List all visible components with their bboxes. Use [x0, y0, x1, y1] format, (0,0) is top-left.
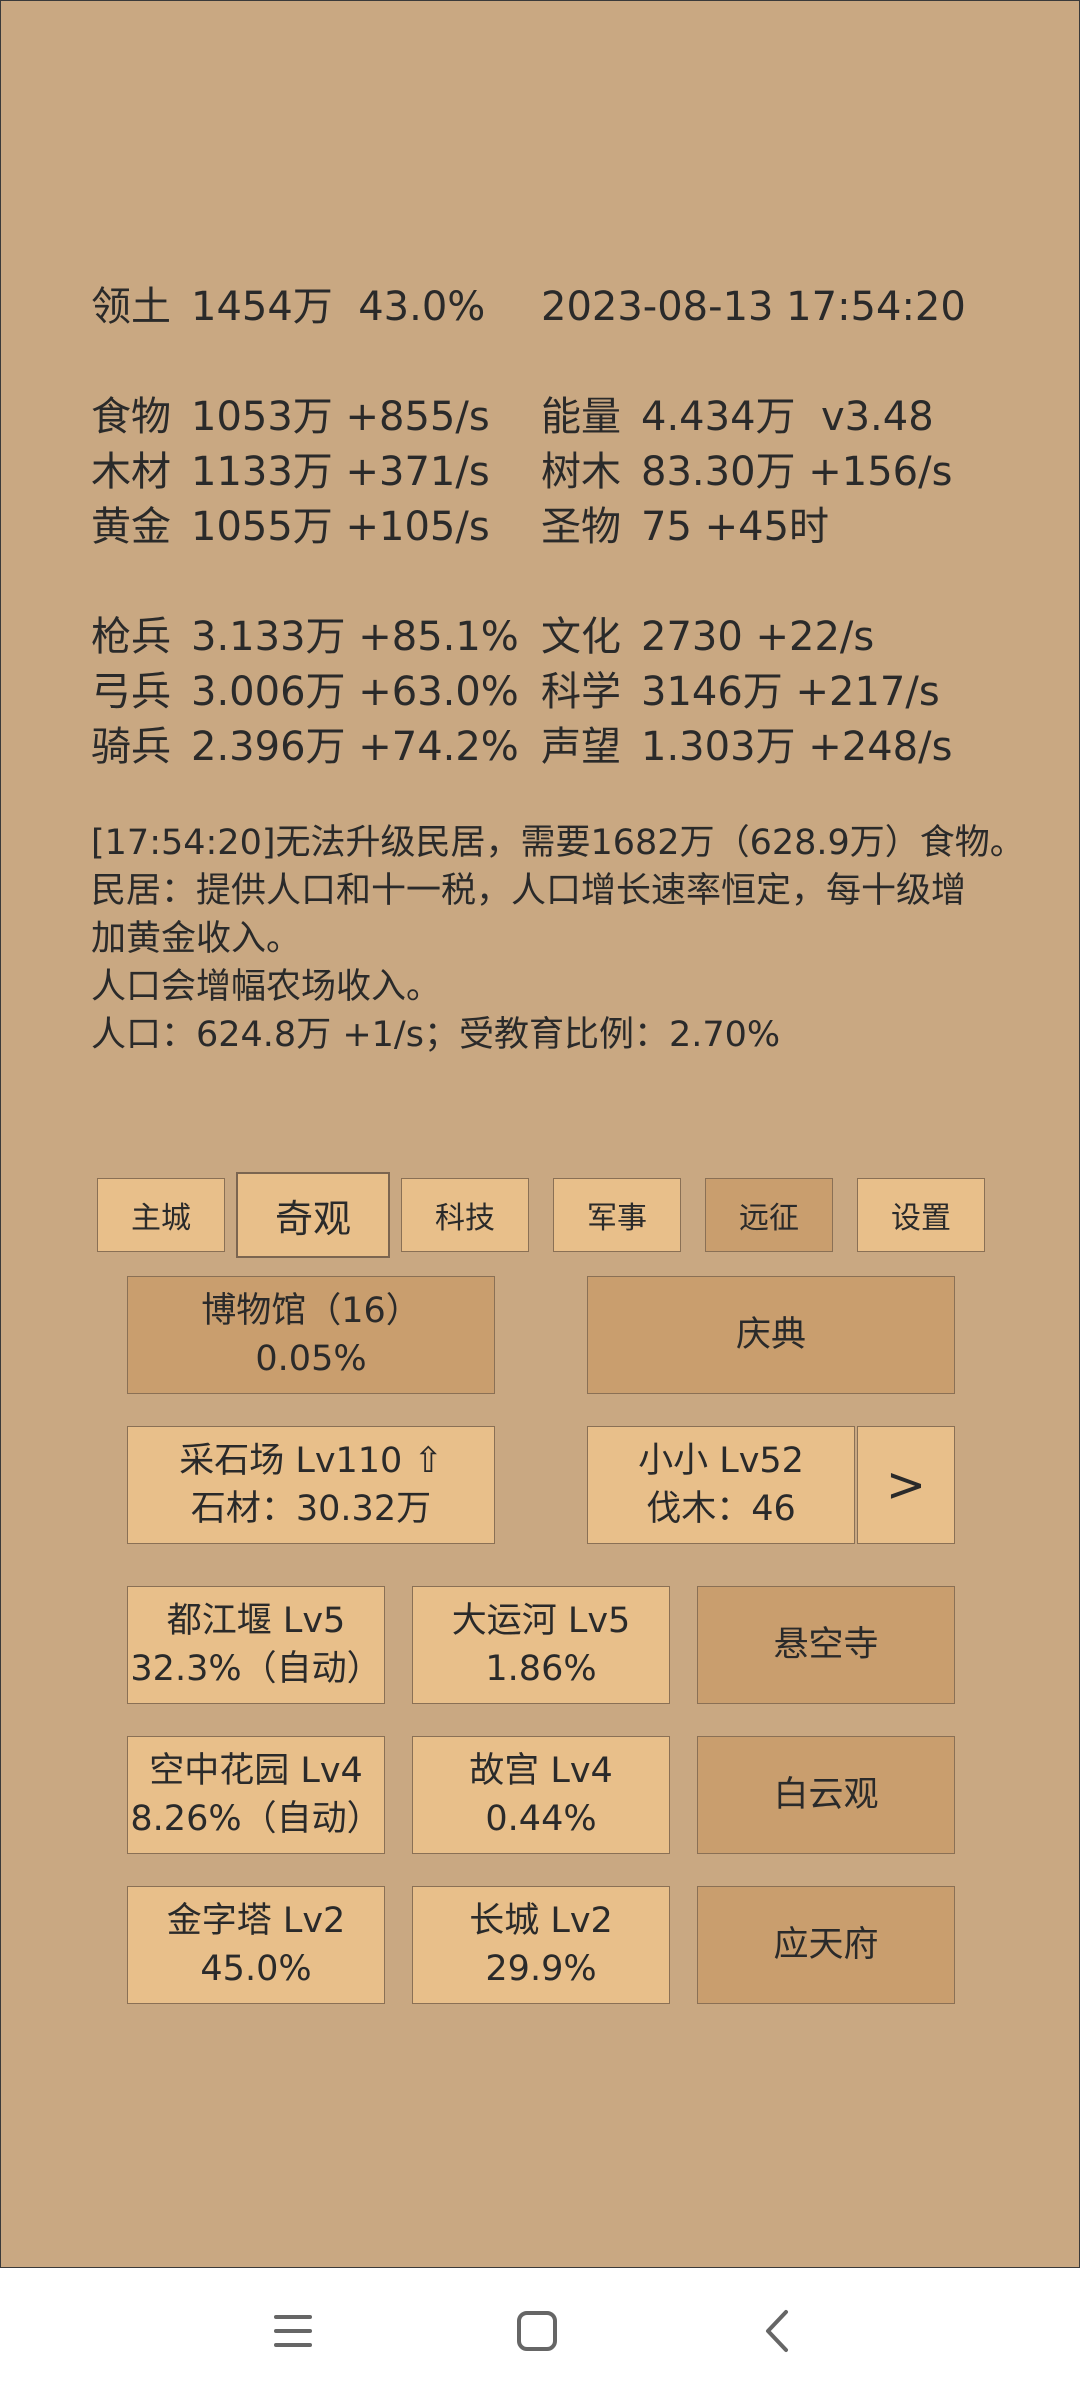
wonder-value: 29.9%	[485, 1949, 597, 1989]
wonder-pyramids[interactable]: 金字塔 Lv2 45.0%	[127, 1886, 385, 2004]
wonder-grand-canal[interactable]: 大运河 Lv5 1.86%	[412, 1586, 670, 1704]
wonder-title: 应天府	[773, 1925, 879, 1965]
unit-label: 弓兵	[91, 669, 171, 715]
territory-value: 1454万	[191, 284, 333, 330]
game-screen: 领土 1454万 43.0% 2023-08-13 17:54:20 食物 1053…	[0, 0, 1080, 2268]
resource-value: 1055万 +105/s	[191, 504, 490, 550]
wonder-title: 都江堰 Lv5	[166, 1601, 346, 1641]
wonder-value: 8.26%（自动）	[130, 1799, 382, 1839]
wonder-title: 白云观	[773, 1775, 879, 1815]
unit-value: 3.006万 +63.0%	[191, 669, 519, 715]
territory-stat: 领土 1454万 43.0%	[91, 283, 485, 331]
resource-label: 黄金	[91, 504, 171, 550]
log-line: 民居：提供人口和十一税，人口增长速率恒定，每十级增	[91, 871, 967, 911]
resource-label: 木材	[91, 449, 171, 495]
resource-value: 83.30万 +156/s	[641, 449, 953, 495]
wonder-title: 大运河 Lv5	[451, 1601, 631, 1641]
wonder-baiyun-temple[interactable]: 白云观	[697, 1736, 955, 1854]
resource-gold: 黄金 1055万 +105/s	[91, 503, 490, 551]
unit-cavalry: 骑兵 2.396万 +74.2%	[91, 723, 519, 771]
log-line: 人口：624.8万 +1/s；受教育比例：2.70%	[91, 1015, 781, 1055]
resource-label: 食物	[91, 394, 171, 440]
unit-spearman: 枪兵 3.133万 +85.1%	[91, 613, 519, 661]
next-arrow: >	[885, 1457, 927, 1513]
quarry-value: 石材：30.32万	[190, 1489, 432, 1529]
resource-label: 树木	[541, 449, 621, 495]
log-line: 加黄金收入。	[91, 919, 302, 959]
resource-energy: 能量 4.434万 v3.48	[541, 393, 934, 441]
menu-icon[interactable]	[270, 2308, 316, 2358]
system-nav-bar	[0, 2268, 1080, 2400]
quarry-button[interactable]: 采石场 Lv110 ⇧ 石材：30.32万	[127, 1426, 495, 1544]
wonder-value: 0.44%	[485, 1799, 597, 1839]
worker-button[interactable]: 小小 Lv52 伐木：46	[587, 1426, 855, 1544]
wonder-dujiangyan[interactable]: 都江堰 Lv5 32.3%（自动）	[127, 1586, 385, 1704]
stat-label: 科学	[541, 669, 621, 715]
worker-value: 伐木：46	[646, 1489, 796, 1529]
wonder-forbidden-city[interactable]: 故宫 Lv4 0.44%	[412, 1736, 670, 1854]
resource-value: 75 +45时	[641, 504, 830, 550]
stat-culture: 文化 2730 +22/s	[541, 613, 874, 661]
back-chevron-icon[interactable]	[756, 2308, 802, 2358]
resource-label: 能量	[541, 394, 621, 440]
resource-value: 4.434万 v3.48	[641, 394, 934, 440]
log-line: 人口会增幅农场收入。	[91, 967, 442, 1007]
stat-value: 1.303万 +248/s	[641, 724, 953, 770]
next-worker-button[interactable]: >	[857, 1426, 955, 1544]
log-line: [17:54:20]无法升级民居，需要1682万（628.9万）食物。	[91, 823, 1025, 863]
stat-value: 2730 +22/s	[641, 614, 875, 660]
unit-value: 2.396万 +74.2%	[191, 724, 519, 770]
unit-archer: 弓兵 3.006万 +63.0%	[91, 668, 519, 716]
tab-military[interactable]: 军事	[553, 1178, 681, 1252]
tab-expedition[interactable]: 远征	[705, 1178, 833, 1252]
worker-title: 小小 Lv52	[638, 1441, 804, 1481]
tab-settings[interactable]: 设置	[857, 1178, 985, 1252]
resource-relics: 圣物 75 +45时	[541, 503, 829, 551]
tab-wonders[interactable]: 奇观	[236, 1172, 390, 1258]
resource-value: 1133万 +371/s	[191, 449, 490, 495]
wonder-hanging-gardens[interactable]: 空中花园 Lv4 8.26%（自动）	[127, 1736, 385, 1854]
message-log: [17:54:20]无法升级民居，需要1682万（628.9万）食物。 民居：提…	[91, 819, 1025, 1059]
territory-percent: 43.0%	[358, 284, 486, 330]
museum-button[interactable]: 博物馆（16） 0.05%	[127, 1276, 495, 1394]
wonder-value: 1.86%	[485, 1649, 597, 1689]
stat-label: 声望	[541, 724, 621, 770]
stat-science: 科学 3146万 +217/s	[541, 668, 940, 716]
wonder-title: 故宫 Lv4	[469, 1751, 613, 1791]
festival-label: 庆典	[735, 1315, 806, 1355]
unit-value: 3.133万 +85.1%	[191, 614, 519, 660]
home-square-icon[interactable]	[514, 2308, 560, 2358]
quarry-title: 采石场 Lv110 ⇧	[179, 1441, 443, 1481]
stat-label: 文化	[541, 614, 621, 660]
festival-button[interactable]: 庆典	[587, 1276, 955, 1394]
wonder-great-wall[interactable]: 长城 Lv2 29.9%	[412, 1886, 670, 2004]
unit-label: 枪兵	[91, 614, 171, 660]
wonder-value: 32.3%（自动）	[130, 1649, 382, 1689]
wonder-title: 空中花园 Lv4	[149, 1751, 363, 1791]
territory-label: 领土	[91, 284, 171, 330]
wonder-hanging-temple[interactable]: 悬空寺	[697, 1586, 955, 1704]
datetime: 2023-08-13 17:54:20	[541, 284, 966, 330]
tab-tech[interactable]: 科技	[401, 1178, 529, 1252]
wonder-title: 长城 Lv2	[469, 1901, 613, 1941]
stat-value: 3146万 +217/s	[641, 669, 940, 715]
wonder-yingtian-prefecture[interactable]: 应天府	[697, 1886, 955, 2004]
unit-label: 骑兵	[91, 724, 171, 770]
resource-trees: 树木 83.30万 +156/s	[541, 448, 952, 496]
resource-food: 食物 1053万 +855/s	[91, 393, 490, 441]
tab-main-city[interactable]: 主城	[97, 1178, 225, 1252]
wonder-title: 金字塔 Lv2	[166, 1901, 346, 1941]
resource-label: 圣物	[541, 504, 621, 550]
resource-wood: 木材 1133万 +371/s	[91, 448, 490, 496]
museum-value: 0.05%	[255, 1339, 367, 1379]
wonder-title: 悬空寺	[773, 1625, 879, 1665]
museum-title: 博物馆（16）	[201, 1291, 421, 1331]
resource-value: 1053万 +855/s	[191, 394, 490, 440]
stat-prestige: 声望 1.303万 +248/s	[541, 723, 952, 771]
wonder-value: 45.0%	[200, 1949, 312, 1989]
